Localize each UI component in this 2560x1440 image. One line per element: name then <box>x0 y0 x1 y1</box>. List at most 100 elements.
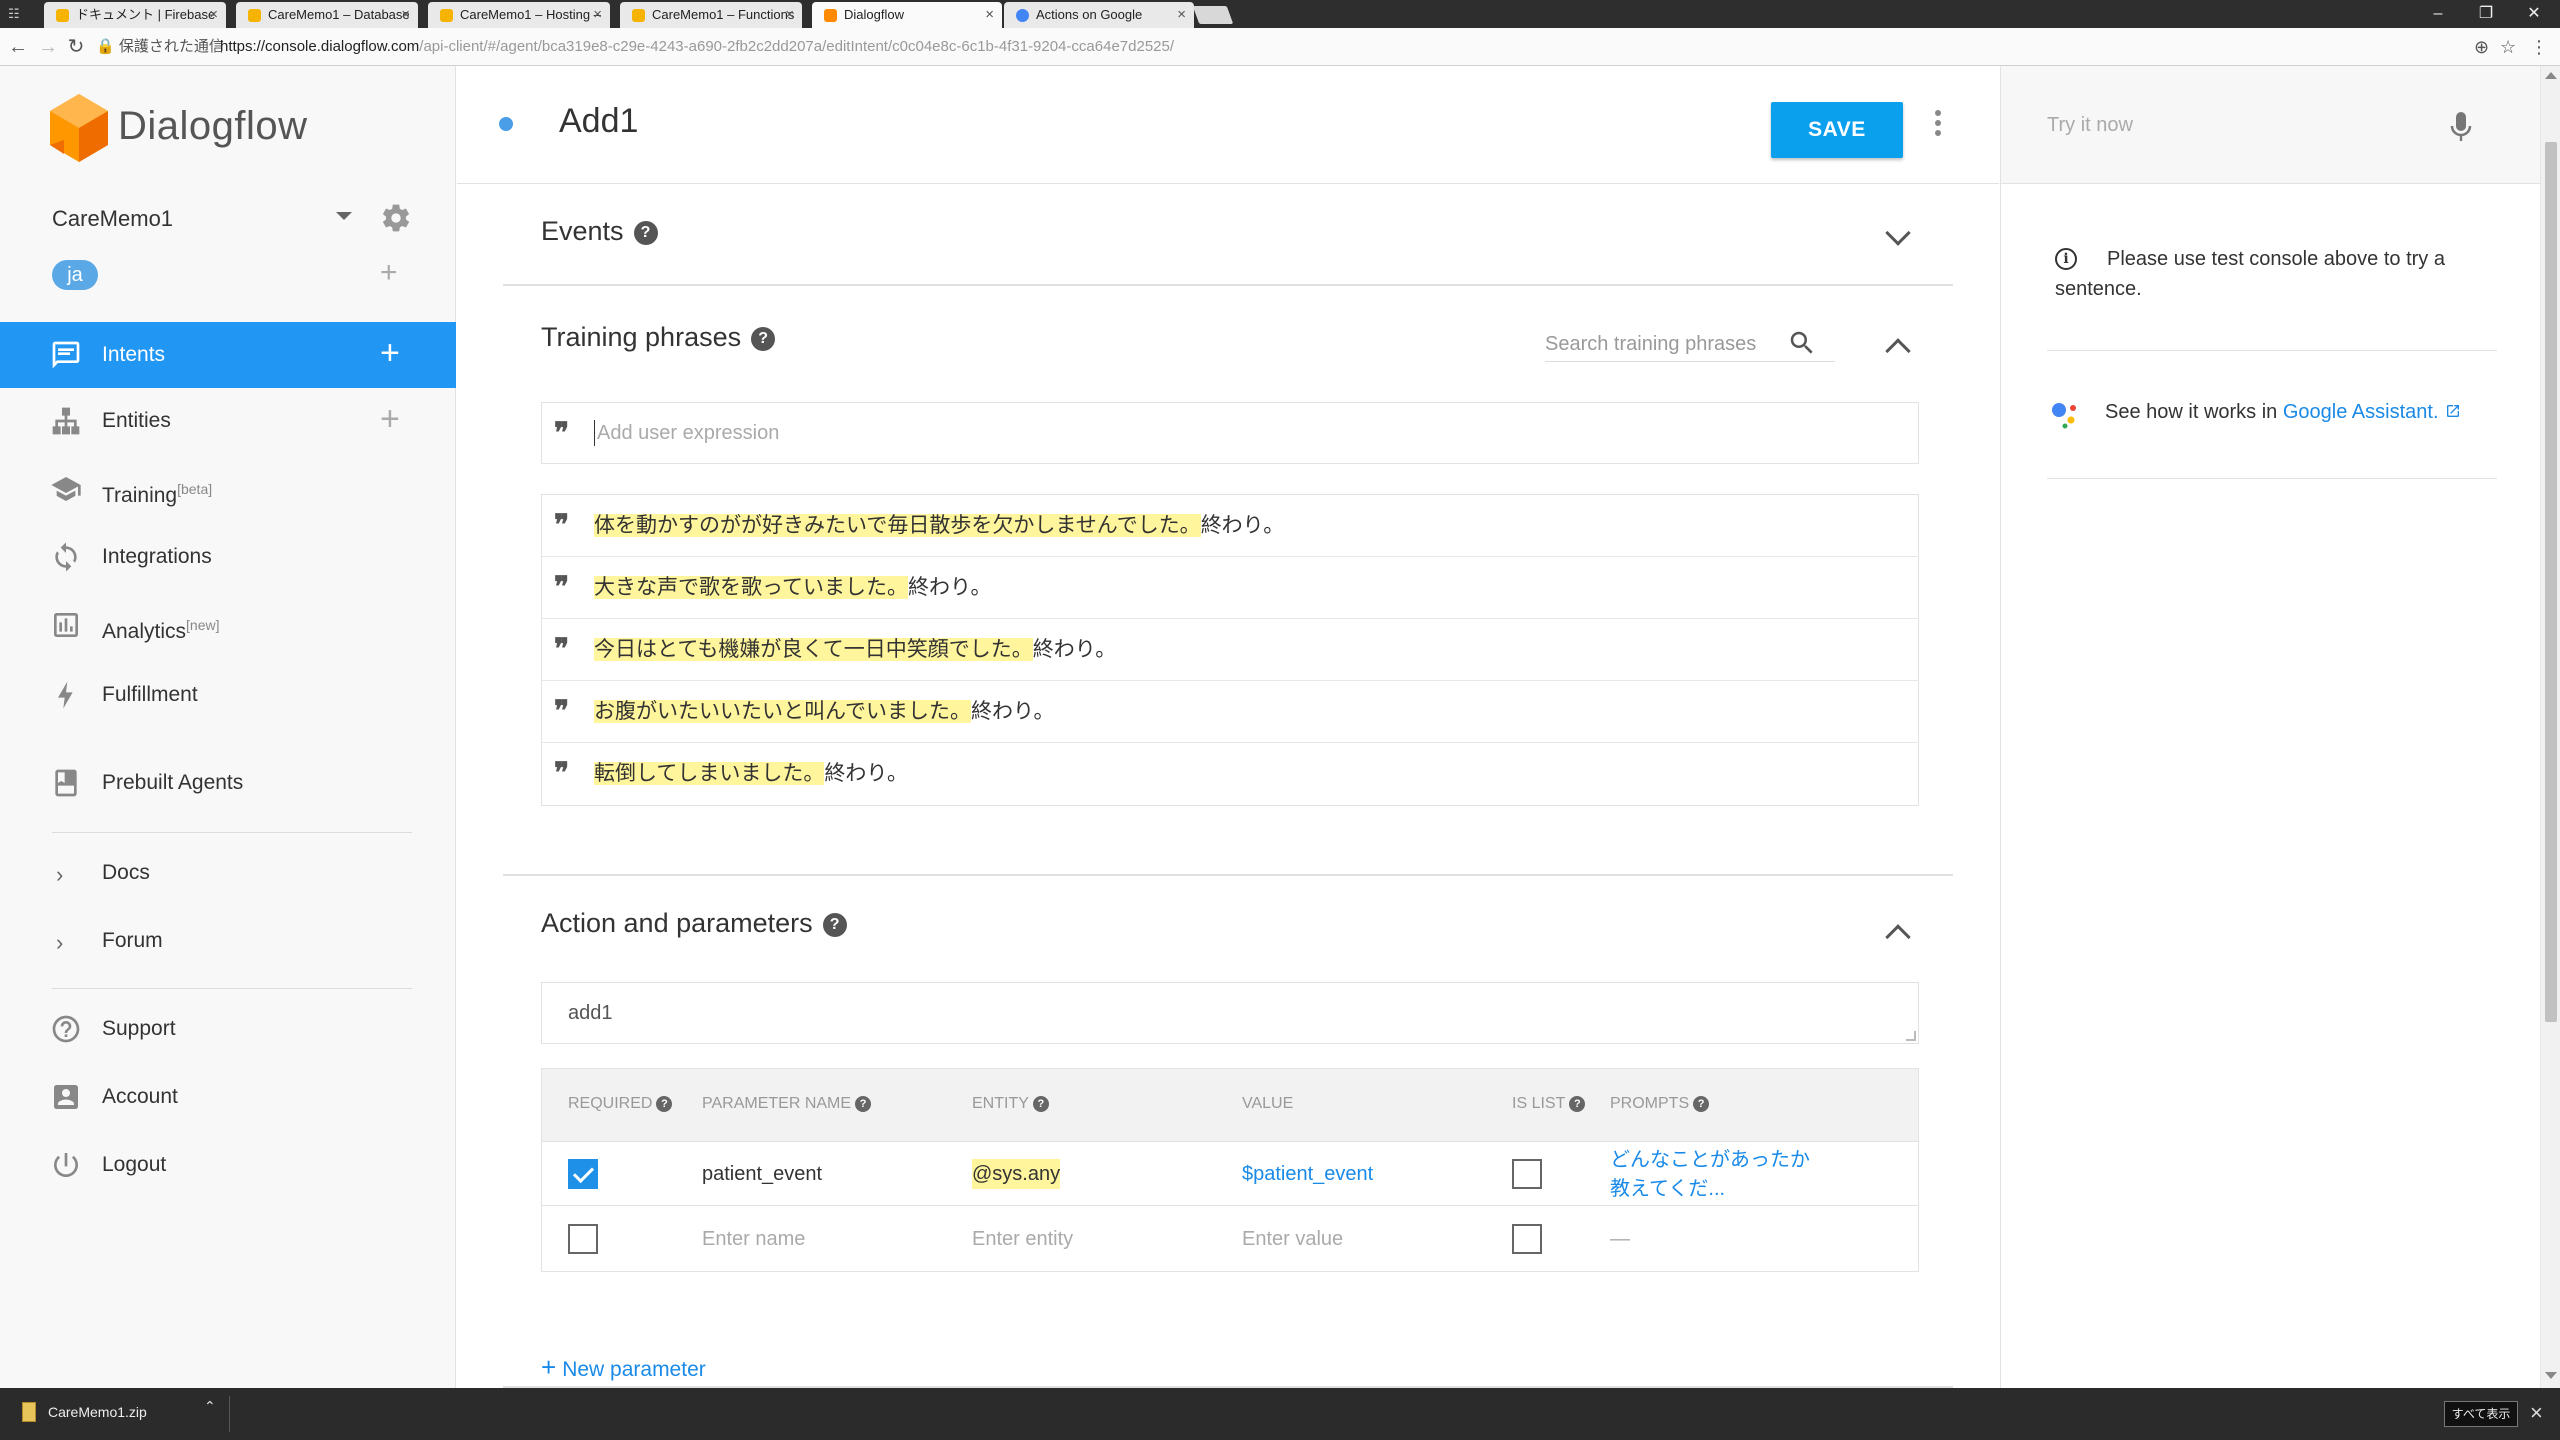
new-tab-button[interactable] <box>1192 6 1234 24</box>
show-all-downloads-button[interactable]: すべて表示 <box>2444 1401 2518 1427</box>
entity-annotation[interactable]: 転倒してしまいました。 <box>594 762 825 785</box>
google-assistant-link[interactable]: Google Assistant. <box>2283 401 2439 423</box>
close-tab-icon[interactable]: × <box>985 2 994 28</box>
secure-indicator[interactable]: 🔒 保護された通信 <box>96 36 224 58</box>
agent-dropdown-icon[interactable] <box>336 212 352 220</box>
zoom-icon[interactable]: ⊕ <box>2474 36 2489 58</box>
required-checkbox[interactable] <box>568 1159 598 1189</box>
training-phrase-row[interactable]: ❞ 転倒してしまいました。終わり。 <box>542 743 1918 805</box>
parameter-name[interactable]: patient_event <box>702 1159 822 1189</box>
parameter-entity-input[interactable]: Enter entity <box>972 1224 1073 1254</box>
collapse-action-icon[interactable] <box>1885 924 1911 950</box>
page-scrollbar[interactable] <box>2540 66 2560 1388</box>
scroll-down-icon[interactable] <box>2545 1372 2557 1379</box>
more-vert-icon[interactable] <box>1935 110 1943 140</box>
browser-tab[interactable]: CareMemo1 – Hosting – × <box>428 2 610 28</box>
parameter-prompts-link[interactable]: どんなことがあったか 教えてくだ... <box>1610 1146 1810 1204</box>
browser-tab[interactable]: ドキュメント | Firebase × <box>44 2 226 28</box>
entity-annotation[interactable]: 今日はとても機嫌が良くて一日中笑顔でした。 <box>594 638 1033 661</box>
save-button[interactable]: SAVE <box>1771 102 1903 158</box>
phrase-text[interactable]: 大きな声で歌を歌っていました。終わり。 <box>594 573 992 603</box>
is-list-checkbox[interactable] <box>1512 1224 1542 1254</box>
sidebar-item-training[interactable]: Training[beta] <box>0 456 456 522</box>
help-icon[interactable]: ? <box>855 1095 872 1112</box>
expand-events-icon[interactable] <box>1885 220 1911 246</box>
help-icon[interactable]: ? <box>822 912 847 937</box>
close-tab-icon[interactable]: × <box>593 2 602 28</box>
parameter-name-input[interactable]: Enter name <box>702 1224 805 1254</box>
sidebar-item-prebuilt-agents[interactable]: Prebuilt Agents <box>0 750 456 816</box>
training-phrase-row[interactable]: ❞ 今日はとても機嫌が良くて一日中笑顔でした。終わり。 <box>542 619 1918 681</box>
parameter-value[interactable]: $patient_event <box>1242 1159 1373 1189</box>
scroll-up-icon[interactable] <box>2545 72 2557 79</box>
sidebar-item-forum[interactable]: › Forum <box>0 908 456 974</box>
training-phrase-row[interactable]: ❞ 体を動かすのがが好きみたいで毎日散歩を欠かしませんでした。終わり。 <box>542 495 1918 557</box>
language-chip[interactable]: ja <box>52 260 98 290</box>
restore-icon[interactable]: ❐ <box>2464 0 2508 28</box>
resize-handle-icon[interactable] <box>1906 1031 1916 1041</box>
training-phrase-row[interactable]: ❞ 大きな声で歌を歌っていました。終わり。 <box>542 557 1918 619</box>
parameter-entity[interactable]: @sys.any <box>972 1159 1061 1189</box>
phrase-text[interactable]: 今日はとても機嫌が良くて一日中笑顔でした。終わり。 <box>594 635 1116 665</box>
agent-name[interactable]: CareMemo1 <box>52 206 173 232</box>
phrase-text[interactable]: 体を動かすのがが好きみたいで毎日散歩を欠かしませんでした。終わり。 <box>594 511 1284 541</box>
try-it-now-input[interactable]: Try it now <box>2001 66 2541 184</box>
url-field[interactable]: https://console.dialogflow.com/api-clien… <box>220 36 1174 58</box>
close-tab-icon[interactable]: × <box>785 2 794 28</box>
phrase-text[interactable]: お腹がいたいいたいと叫んでいました。終わり。 <box>594 697 1055 727</box>
sidebar-item-integrations[interactable]: Integrations <box>0 524 456 590</box>
entity-annotation[interactable]: 体を動かすのがが好きみたいで毎日散歩を欠かしませんでした。 <box>594 514 1201 537</box>
intent-priority-dot[interactable] <box>499 117 513 131</box>
training-section-title[interactable]: Training phrases? <box>541 322 776 353</box>
add-intent-icon[interactable]: + <box>380 336 400 370</box>
close-tab-icon[interactable]: × <box>401 2 410 28</box>
browser-tab[interactable]: CareMemo1 – Functions × <box>620 2 802 28</box>
search-icon[interactable] <box>1787 328 1817 358</box>
sidebar-item-fulfillment[interactable]: Fulfillment <box>0 662 456 728</box>
back-icon[interactable]: ← <box>6 33 30 61</box>
help-icon[interactable]: ? <box>751 326 776 351</box>
reload-icon[interactable]: ↻ <box>64 33 88 61</box>
add-language-icon[interactable]: + <box>380 258 398 288</box>
entity-annotation[interactable]: お腹がいたいいたいと叫んでいました。 <box>594 700 971 723</box>
action-name-input[interactable]: add1 <box>541 982 1919 1044</box>
add-entity-icon[interactable]: + <box>380 402 400 436</box>
browser-more-icon[interactable]: ⋮ <box>2530 36 2548 58</box>
browser-tab[interactable]: CareMemo1 – Database × <box>236 2 418 28</box>
sidebar-item-account[interactable]: Account <box>0 1064 456 1130</box>
parameter-prompts-empty[interactable]: — <box>1610 1224 1630 1254</box>
phrase-text[interactable]: 転倒してしまいました。終わり。 <box>594 759 908 789</box>
action-section-title[interactable]: Action and parameters? <box>541 908 847 939</box>
close-tab-icon[interactable]: × <box>209 2 218 28</box>
sidebar-item-analytics[interactable]: Analytics[new] <box>0 592 456 658</box>
forward-icon[interactable]: → <box>36 33 60 61</box>
browser-tab[interactable]: Actions on Google × <box>1004 2 1194 28</box>
external-link-icon[interactable] <box>2445 403 2461 419</box>
browser-menu-icon[interactable]: ☷ <box>8 0 20 28</box>
events-section-title[interactable]: Events? <box>541 216 658 247</box>
help-icon[interactable]: ? <box>1032 1095 1049 1112</box>
parameter-value-input[interactable]: Enter value <box>1242 1224 1343 1254</box>
add-user-expression-input[interactable]: ❞ Add user expression <box>541 402 1919 464</box>
bookmark-star-icon[interactable]: ☆ <box>2500 36 2516 58</box>
microphone-icon[interactable] <box>2449 110 2473 144</box>
training-phrase-row[interactable]: ❞ お腹がいたいいたいと叫んでいました。終わり。 <box>542 681 1918 743</box>
close-download-bar-icon[interactable]: × <box>2530 1400 2543 1426</box>
sidebar-item-logout[interactable]: Logout <box>0 1132 456 1198</box>
required-checkbox[interactable] <box>568 1224 598 1254</box>
browser-tab-active[interactable]: Dialogflow × <box>812 2 1002 28</box>
sidebar-item-intents[interactable]: Intents + <box>0 322 456 388</box>
download-item[interactable]: CareMemo1.zip ⌃ <box>16 1396 230 1432</box>
sidebar-item-support[interactable]: Support <box>0 996 456 1062</box>
collapse-training-icon[interactable] <box>1885 338 1911 364</box>
close-window-icon[interactable]: ✕ <box>2512 0 2556 28</box>
intent-name[interactable]: Add1 <box>559 102 638 141</box>
help-icon[interactable]: ? <box>1569 1095 1586 1112</box>
scrollbar-thumb[interactable] <box>2545 142 2557 1022</box>
new-parameter-button[interactable]: + New parameter <box>541 1352 706 1383</box>
minimize-icon[interactable]: – <box>2416 0 2460 28</box>
gear-icon[interactable] <box>380 202 412 234</box>
close-tab-icon[interactable]: × <box>1177 2 1186 28</box>
chevron-up-icon[interactable]: ⌃ <box>204 1398 216 1415</box>
sidebar-item-docs[interactable]: › Docs <box>0 840 456 906</box>
